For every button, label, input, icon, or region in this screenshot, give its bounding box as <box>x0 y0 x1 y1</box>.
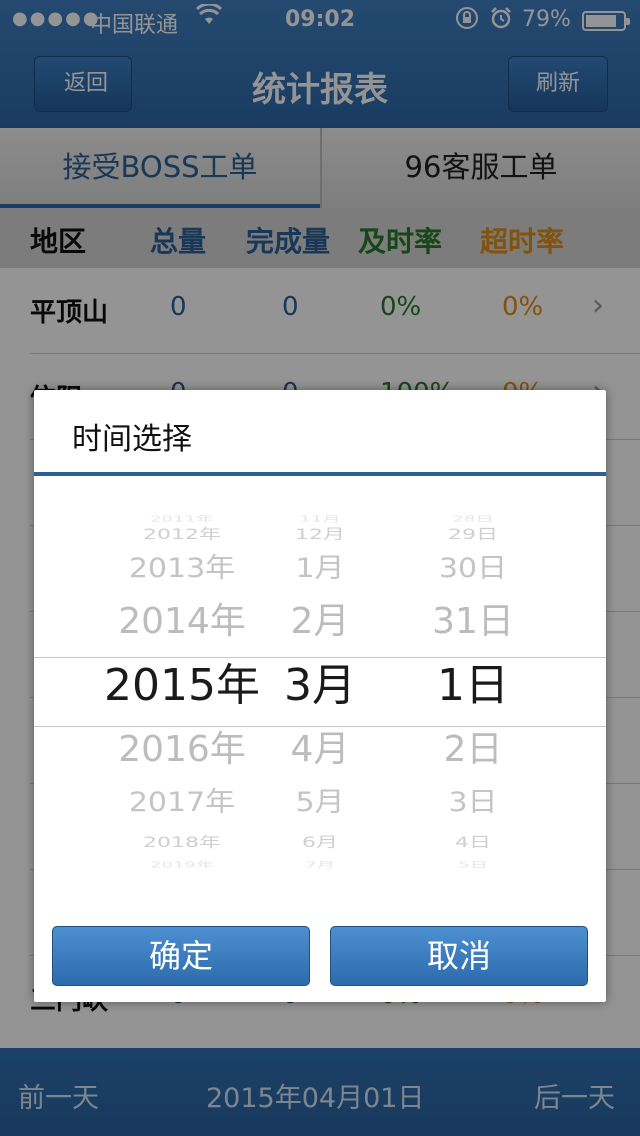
confirm-button[interactable]: 确定 <box>52 926 310 986</box>
year-selected[interactable]: 2015年 <box>84 658 280 714</box>
month-option[interactable]: 1月 <box>270 550 370 588</box>
year-option[interactable]: 2012年 <box>84 524 280 546</box>
month-option[interactable]: 5月 <box>270 784 370 822</box>
year-option[interactable]: 2017年 <box>84 784 280 822</box>
year-option[interactable]: 2018年 <box>84 832 280 854</box>
month-option[interactable]: 2月 <box>270 598 370 646</box>
month-option[interactable]: 4月 <box>270 726 370 774</box>
day-option[interactable]: 5日 <box>418 858 528 870</box>
month-option[interactable]: 6月 <box>270 832 370 854</box>
day-option[interactable]: 2日 <box>418 726 528 774</box>
day-selected[interactable]: 1日 <box>418 658 528 714</box>
date-wheel-picker: 2011年 2012年 2013年 2014年 2015年 2016年 2017年 2018年… <box>34 510 606 870</box>
dialog-title: 时间选择 <box>72 422 192 457</box>
year-wheel[interactable]: 2011年 2012年 2013年 2014年 2015年 2016年 2017年 2018年… <box>84 510 280 870</box>
day-option[interactable]: 30日 <box>418 550 528 588</box>
day-option[interactable]: 29日 <box>418 524 528 546</box>
month-wheel[interactable]: 11月 12月 1月 2月 3月 4月 5月 6月 7月 <box>270 510 370 870</box>
month-option[interactable]: 7月 <box>270 858 370 870</box>
day-wheel[interactable]: 28日 29日 30日 31日 1日 2日 3日 4日 5日 <box>418 510 528 870</box>
day-option[interactable]: 3日 <box>418 784 528 822</box>
year-option[interactable]: 2013年 <box>84 550 280 588</box>
year-option[interactable]: 2016年 <box>84 726 280 774</box>
month-option[interactable]: 12月 <box>270 524 370 546</box>
day-option[interactable]: 31日 <box>418 598 528 646</box>
year-option[interactable]: 2019年 <box>84 858 280 870</box>
month-selected[interactable]: 3月 <box>270 658 370 714</box>
date-picker-dialog: 时间选择 2011年 2012年 2013年 2014年 2015年 2016年 2017年… <box>34 390 606 1002</box>
year-option[interactable]: 2014年 <box>84 598 280 646</box>
title-divider <box>34 472 606 476</box>
cancel-button[interactable]: 取消 <box>330 926 588 986</box>
day-option[interactable]: 4日 <box>418 832 528 854</box>
